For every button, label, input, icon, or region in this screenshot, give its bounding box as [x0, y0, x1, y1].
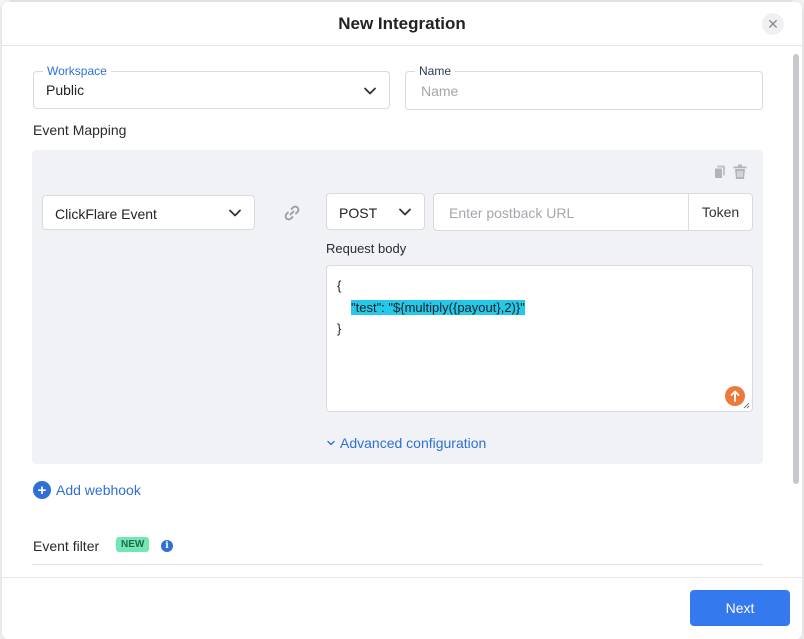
add-webhook-button[interactable]: + Add webhook — [33, 481, 141, 499]
upload-icon — [730, 390, 740, 402]
advanced-configuration-label: Advanced configuration — [340, 435, 487, 451]
modal-footer: Next — [2, 577, 802, 639]
new-integration-modal: New Integration ✕ Workspace Public Name … — [2, 2, 802, 639]
link-button[interactable] — [282, 203, 302, 223]
chevron-down-icon — [229, 209, 241, 217]
name-field[interactable]: Name Name — [405, 64, 763, 110]
request-body-textarea[interactable]: { "test": "${multiply({payout},2)}" } — [326, 265, 753, 412]
name-label: Name — [415, 64, 456, 78]
trash-icon — [733, 164, 747, 179]
close-button[interactable]: ✕ — [762, 13, 784, 35]
plus-icon: + — [33, 481, 51, 499]
next-button[interactable]: Next — [690, 590, 790, 626]
workspace-select[interactable]: Workspace Public — [33, 64, 390, 109]
resize-handle-icon[interactable] — [742, 401, 750, 409]
new-badge: NEW — [116, 537, 150, 552]
copy-button[interactable] — [713, 164, 727, 180]
event-filter-divider — [32, 564, 763, 565]
request-body-label: Request body — [326, 241, 407, 256]
chevron-down-icon — [364, 87, 376, 95]
code-line-highlighted: "test": "${multiply({payout},2)}" — [351, 300, 525, 315]
event-mapping-card: ClickFlare Event POST Enter postback URL… — [32, 150, 763, 464]
modal-scrollbar[interactable] — [792, 48, 800, 568]
name-placeholder: Name — [421, 83, 459, 99]
chevron-down-icon — [327, 440, 335, 446]
workspace-label: Workspace — [43, 64, 111, 78]
event-select-value: ClickFlare Event — [55, 206, 157, 222]
token-button[interactable]: Token — [689, 193, 753, 231]
copy-icon — [714, 165, 725, 179]
event-mapping-title: Event Mapping — [33, 122, 127, 138]
info-icon[interactable]: i — [161, 540, 173, 552]
modal-title: New Integration — [338, 13, 466, 33]
event-select[interactable]: ClickFlare Event — [42, 195, 255, 230]
postback-url-input[interactable]: Enter postback URL — [433, 193, 689, 231]
chevron-down-icon — [399, 208, 411, 216]
delete-button[interactable] — [732, 163, 748, 181]
event-filter-title: Event filter — [33, 538, 100, 554]
code-line: } — [337, 321, 342, 336]
add-webhook-label: Add webhook — [56, 482, 141, 498]
scrollbar-thumb[interactable] — [793, 54, 799, 484]
modal-header: New Integration ✕ — [2, 2, 802, 46]
link-icon — [284, 205, 300, 221]
code-line: { — [337, 278, 342, 293]
close-icon: ✕ — [767, 15, 779, 32]
postback-url-placeholder: Enter postback URL — [449, 205, 575, 221]
method-select[interactable]: POST — [326, 193, 425, 230]
workspace-value: Public — [46, 82, 85, 98]
method-select-value: POST — [339, 205, 378, 221]
advanced-configuration-link[interactable]: Advanced configuration — [326, 435, 486, 451]
